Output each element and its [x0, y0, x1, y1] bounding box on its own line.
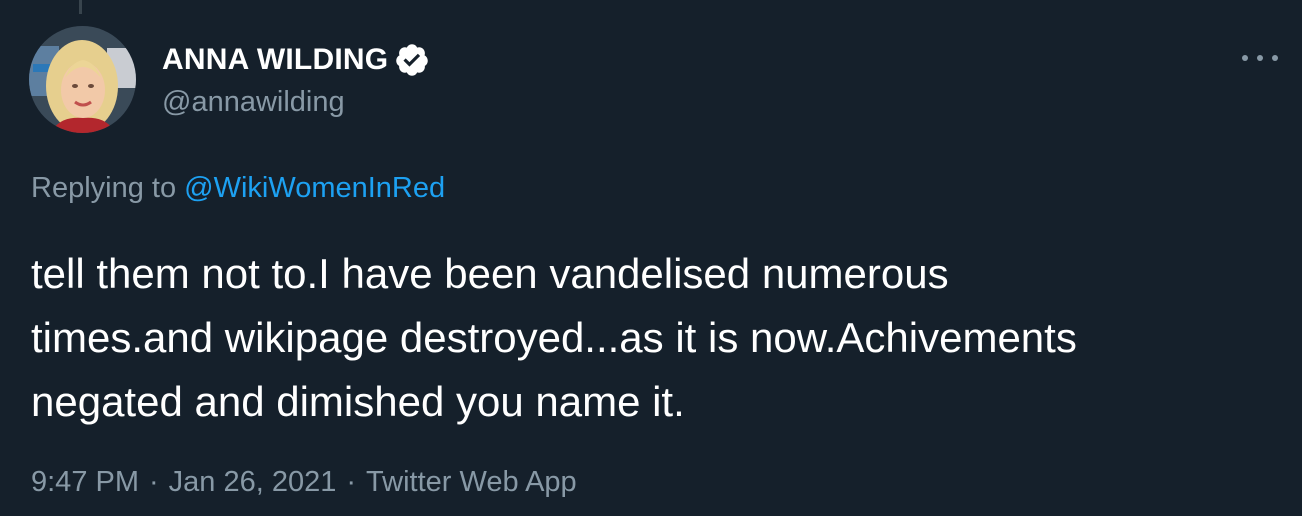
avatar-image: [29, 26, 136, 133]
tweet-source[interactable]: Twitter Web App: [366, 466, 577, 499]
tweet-time[interactable]: 9:47 PM: [31, 466, 139, 499]
author-display-name[interactable]: ANNA WILDING: [162, 43, 388, 77]
tweet-text: tell them not to.I have been vandelised …: [31, 250, 1077, 425]
replying-to-mention-link[interactable]: @WikiWomenInRed: [184, 172, 445, 204]
meta-separator: ·: [346, 466, 357, 498]
thread-connector-line: [79, 0, 82, 14]
tweet-date[interactable]: Jan 26, 2021: [169, 466, 337, 499]
author-handle[interactable]: @annawilding: [162, 86, 345, 119]
more-options-icon[interactable]: [1242, 46, 1278, 70]
meta-separator: ·: [149, 466, 159, 498]
tweet-meta: 9:47 PM · Jan 26, 2021 · Twitter Web App: [31, 466, 577, 499]
dot: [1257, 55, 1263, 61]
verified-badge-icon: [396, 44, 429, 76]
dot: [1272, 55, 1278, 61]
replying-to-line: Replying to @WikiWomenInRed: [31, 172, 445, 205]
avatar[interactable]: [29, 26, 136, 133]
author-name-row[interactable]: ANNA WILDING: [162, 40, 430, 80]
tweet-card: ANNA WILDING @annawilding Replying to @W…: [0, 0, 1302, 516]
replying-to-label: Replying to: [31, 172, 177, 204]
dot: [1242, 55, 1248, 61]
